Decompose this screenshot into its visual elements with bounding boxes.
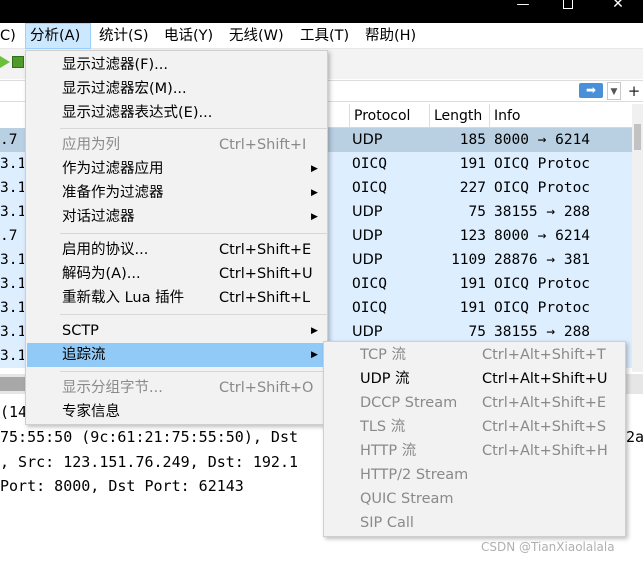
cell-protocol: OICQ: [352, 276, 387, 292]
cell-src: 3.1: [0, 156, 24, 172]
cell-protocol: UDP: [352, 252, 383, 268]
display-filter-input[interactable]: [330, 81, 578, 101]
menu-item-apply-as-filter[interactable]: 作为过滤器应用 ▶: [27, 157, 328, 181]
menu-item-conversation-filter[interactable]: 对话过滤器 ▶: [27, 205, 328, 229]
cell-length: 191: [459, 300, 486, 316]
cell-info: 38155 → 288: [494, 204, 591, 220]
menu-item-dccp-stream[interactable]: DCCP Stream Ctrl+Alt+Shift+E: [325, 391, 626, 415]
menu-item-follow-stream[interactable]: 追踪流 ▶: [27, 343, 328, 367]
cell-info: OICQ Protoc: [494, 276, 591, 292]
cell-src: .7: [0, 132, 18, 148]
cell-src: 3.1: [0, 204, 24, 220]
menu-item-sip-call[interactable]: SIP Call: [325, 511, 626, 535]
add-filter-button-plus-icon[interactable]: +: [625, 80, 643, 102]
cell-protocol: UDP: [352, 204, 383, 220]
menu-capture[interactable]: C): [0, 23, 20, 49]
menu-item-http2-stream[interactable]: HTTP/2 Stream: [325, 463, 626, 487]
menu-item-show-packet-bytes[interactable]: 显示分组字节... Ctrl+Shift+O: [27, 376, 328, 400]
follow-stream-submenu: TCP 流 Ctrl+Alt+Shift+T UDP 流 Ctrl+Alt+Shif…: [323, 341, 626, 537]
cell-src: 3.1: [0, 180, 24, 196]
cell-src: 3.1: [0, 276, 24, 292]
cell-protocol: UDP: [352, 132, 383, 148]
packet-list-vertical-scrollbar[interactable]: [632, 104, 643, 372]
cell-length: 191: [459, 156, 486, 172]
detail-line-udp[interactable]: Port: 8000, Dst Port: 62143: [0, 474, 244, 498]
menu-item-apply-as-column[interactable]: 应用为列 Ctrl+Shift+I: [27, 133, 328, 157]
cell-src: 3.1: [0, 252, 24, 268]
menu-item-tls-stream[interactable]: TLS 流 Ctrl+Alt+Shift+S: [325, 415, 626, 439]
menu-item-display-filters[interactable]: 显示过滤器(F)...: [27, 53, 328, 77]
cell-protocol: OICQ: [352, 300, 387, 316]
detail-line-ethernet[interactable]: 75:55:50 (9c:61:21:75:55:50), Dst: [0, 425, 298, 449]
menu-item-http-stream[interactable]: HTTP 流 Ctrl+Alt+Shift+H: [325, 439, 626, 463]
cell-src: 3.1: [0, 348, 24, 364]
cell-protocol: OICQ: [352, 156, 387, 172]
menu-item-udp-stream[interactable]: UDP 流 Ctrl+Alt+Shift+U: [325, 367, 626, 391]
maximize-icon: [563, 0, 573, 9]
menu-analyze[interactable]: 分析(A): [25, 23, 91, 49]
submenu-arrow-icon: ▶: [311, 188, 318, 198]
menu-item-display-filter-expression[interactable]: 显示过滤器表达式(E)...: [27, 101, 328, 125]
cell-src: 3.1: [0, 324, 24, 340]
scrollbar-thumb[interactable]: [634, 124, 641, 150]
submenu-arrow-icon: ▶: [311, 350, 318, 360]
submenu-arrow-icon: ▶: [311, 164, 318, 174]
cell-info: OICQ Protoc: [494, 156, 591, 172]
cell-info: 8000 → 6214: [494, 228, 591, 244]
analyze-menu: 显示过滤器(F)... 显示过滤器宏(M)... 显示过滤器表达式(E)... …: [25, 50, 328, 425]
menu-separator: [60, 371, 328, 372]
menu-help[interactable]: 帮助(H): [361, 23, 420, 49]
menu-item-expert-info[interactable]: 专家信息: [27, 400, 328, 424]
cell-length: 123: [459, 228, 486, 244]
menu-telephony[interactable]: 电话(Y): [160, 23, 217, 49]
menu-item-quic-stream[interactable]: QUIC Stream: [325, 487, 626, 511]
menu-item-display-filter-macros[interactable]: 显示过滤器宏(M)...: [27, 77, 328, 101]
cell-length: 1109: [451, 252, 486, 268]
apply-filter-arrow-icon[interactable]: ➡: [579, 83, 603, 98]
menu-bar: C) 分析(A) 统计(S) 电话(Y) 无线(W) 工具(T) 帮助(H): [0, 23, 643, 49]
cell-src: .7: [0, 228, 18, 244]
menu-separator: [60, 233, 328, 234]
column-info[interactable]: Info: [489, 104, 632, 128]
menu-item-enabled-protocols[interactable]: 启用的协议... Ctrl+Shift+E: [27, 238, 328, 262]
menu-item-prepare-as-filter[interactable]: 准备作为过滤器 ▶: [27, 181, 328, 205]
column-length[interactable]: Length: [429, 104, 489, 128]
cell-length: 75: [468, 204, 486, 220]
menu-separator: [60, 314, 328, 315]
go-last-icon[interactable]: [12, 56, 24, 68]
menu-item-tcp-stream[interactable]: TCP 流 Ctrl+Alt+Shift+T: [325, 343, 626, 367]
submenu-arrow-icon: ▶: [311, 326, 318, 336]
menu-item-decode-as[interactable]: 解码为(A)... Ctrl+Shift+U: [27, 262, 328, 286]
cell-length: 185: [459, 132, 486, 148]
cell-length: 227: [459, 180, 486, 196]
title-bar: — ✕: [0, 0, 643, 23]
watermark: CSDN @TianXiaolalala: [481, 540, 615, 554]
filter-history-chevron-down-icon[interactable]: ▼: [607, 82, 621, 100]
packet-list-header: Protocol Length Info: [328, 104, 632, 128]
menu-wireless[interactable]: 无线(W): [225, 23, 288, 49]
cell-info: OICQ Protoc: [494, 180, 591, 196]
maximize-button[interactable]: [556, 0, 580, 10]
menu-item-reload-lua-plugins[interactable]: 重新载入 Lua 插件 Ctrl+Shift+L: [27, 286, 328, 310]
menu-tools[interactable]: 工具(T): [296, 23, 353, 49]
cell-info: OICQ Protoc: [494, 300, 591, 316]
submenu-arrow-icon: ▶: [311, 212, 318, 222]
column-protocol[interactable]: Protocol: [349, 104, 429, 128]
menu-item-sctp[interactable]: SCTP ▶: [27, 319, 328, 343]
minimize-button[interactable]: —: [508, 0, 538, 11]
cell-protocol: OICQ: [352, 180, 387, 196]
cell-protocol: UDP: [352, 228, 383, 244]
menu-separator: [60, 128, 328, 129]
detail-line-ip[interactable]: , Src: 123.151.76.249, Dst: 192.1: [0, 450, 298, 474]
menu-statistics[interactable]: 统计(S): [95, 23, 153, 49]
close-button[interactable]: ✕: [603, 0, 633, 11]
detail-line-frame[interactable]: (14: [0, 400, 27, 424]
cell-info: 8000 → 6214: [494, 132, 591, 148]
cell-info: 28876 → 381: [494, 252, 591, 268]
cell-src: 3.1: [0, 300, 24, 316]
cell-length: 191: [459, 276, 486, 292]
detail-line-ethernet-tail: 2a: [626, 428, 643, 446]
